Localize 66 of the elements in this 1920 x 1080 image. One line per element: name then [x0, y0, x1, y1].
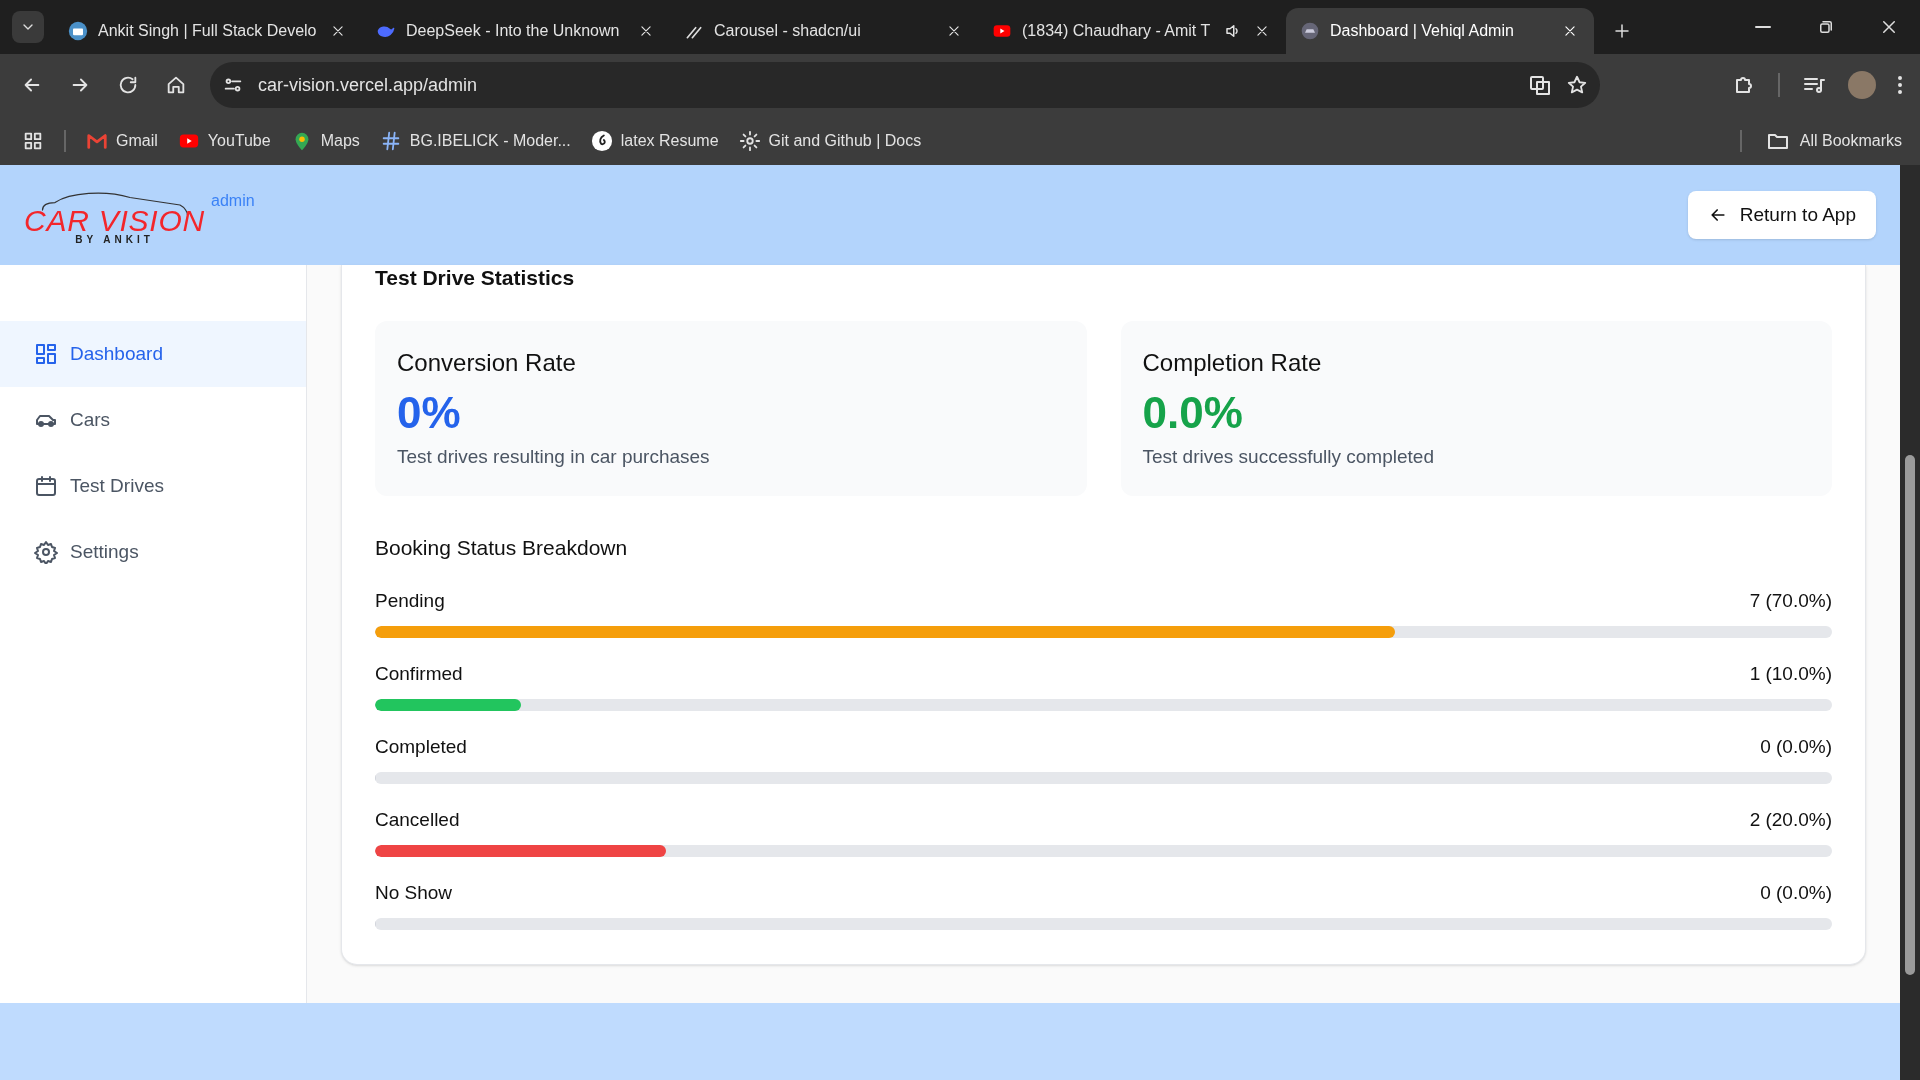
close-icon	[947, 24, 961, 38]
browser-tab[interactable]: Dashboard | Vehiql Admin	[1286, 8, 1594, 54]
section-title: Booking Status Breakdown	[375, 535, 629, 561]
minimize-icon	[1754, 25, 1771, 29]
status-label: Completed	[375, 735, 467, 758]
url-text: car-vision.vercel.app/admin	[258, 73, 479, 97]
briefcase-icon	[68, 21, 88, 41]
bookmark-link[interactable]: Gmail	[86, 128, 158, 153]
bookmark-link[interactable]: BG.IBELICK - Moder...	[379, 128, 571, 153]
profile-avatar[interactable]	[1848, 71, 1876, 99]
close-icon	[639, 24, 653, 38]
bookmark-link[interactable]: Git and Github | Docs	[738, 128, 922, 153]
address-bar[interactable]: car-vision.vercel.app/admin	[210, 62, 1600, 108]
browser-tab[interactable]: (1834) Chaudhary - Amit T	[978, 8, 1286, 54]
status-count: 0 (0.0%)	[1760, 881, 1832, 904]
star-icon	[1566, 74, 1588, 96]
status-label: No Show	[375, 881, 453, 904]
settings-icon	[34, 540, 58, 564]
close-icon	[1255, 24, 1269, 38]
reload-icon	[117, 74, 139, 96]
tab-title: DeepSeek - Into the Unknown	[406, 21, 621, 41]
tab-title: Carousel - shadcn/ui	[714, 21, 862, 41]
status-count: 0 (0.0%)	[1760, 735, 1832, 758]
car-icon	[1300, 21, 1320, 41]
circle-icon	[590, 129, 613, 152]
close-icon	[1563, 24, 1577, 38]
browser-tab[interactable]: DeepSeek - Into the Unknown	[362, 8, 670, 54]
stat-title: Completion Rate	[1142, 348, 1323, 378]
status-label: Cancelled	[375, 808, 460, 831]
browser-tab[interactable]: Ankit Singh | Full Stack Develo	[54, 8, 362, 54]
tab-list-button[interactable]	[12, 11, 44, 43]
stat-value: 0.0%	[1142, 387, 1244, 439]
status-label: Confirmed	[375, 662, 463, 685]
sidebar-item[interactable]: Settings	[0, 519, 306, 585]
status-label: Pending	[375, 589, 445, 612]
stat-title: Conversion Rate	[397, 348, 577, 378]
more-icon	[1898, 76, 1902, 94]
stat-caption: Test drives resulting in car purchases	[397, 445, 711, 469]
sidebar-item[interactable]: Dashboard	[0, 321, 306, 387]
tab-title: Ankit Singh | Full Stack Develo	[98, 21, 318, 41]
bookmark-link[interactable]: Maps	[290, 128, 360, 153]
tab-title: Dashboard | Vehiql Admin	[1330, 21, 1515, 41]
status-count: 2 (20.0%)	[1749, 808, 1832, 831]
bookmark-link[interactable]: YouTube	[177, 128, 271, 153]
card-title: Test Drive Statistics	[375, 265, 576, 291]
sidebar-item[interactable]: Cars	[0, 387, 306, 453]
bookmark-link[interactable]: latex Resume	[590, 128, 719, 153]
stat-caption: Test drives successfully completed	[1142, 445, 1435, 469]
status-count: 1 (10.0%)	[1749, 662, 1832, 685]
sidebar-item[interactable]: Test Drives	[0, 453, 306, 519]
stat-value: 0%	[397, 387, 462, 439]
car-vision-logo[interactable]: CAR VISION BY ANKIT	[22, 185, 207, 245]
status-count: 7 (70.0%)	[1749, 589, 1832, 612]
return-to-app-button[interactable]: Return to App	[1687, 191, 1876, 239]
translate-icon	[1528, 73, 1552, 97]
browser-tab[interactable]: Carousel - shadcn/ui	[670, 8, 978, 54]
dashboard-grid-icon	[34, 342, 58, 366]
admin-label: admin	[211, 191, 255, 211]
calendar-icon	[34, 474, 58, 498]
all-bookmarks-link[interactable]: All Bookmarks	[1765, 128, 1902, 153]
close-icon	[331, 24, 345, 38]
scrollbar[interactable]	[1900, 165, 1920, 1080]
tab-title: (1834) Chaudhary - Amit T	[1022, 21, 1212, 41]
plus-icon	[1613, 22, 1631, 40]
gear-icon	[738, 129, 761, 152]
home-icon	[165, 74, 187, 96]
